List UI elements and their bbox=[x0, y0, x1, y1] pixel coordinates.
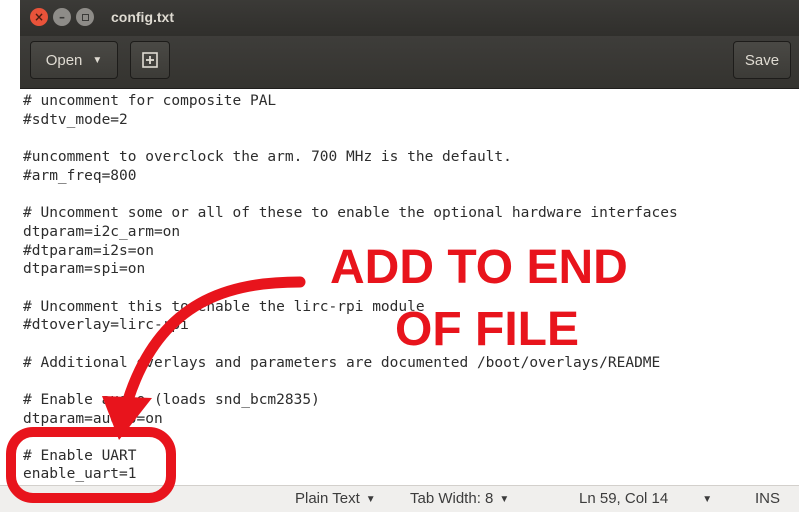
header-bar: Open ▼ Save bbox=[20, 36, 799, 89]
new-document-icon bbox=[142, 52, 158, 68]
code-line: dtparam=spi=on bbox=[23, 261, 146, 277]
minimize-icon: – bbox=[59, 10, 65, 24]
code-line: # Uncomment this to enable the lirc-rpi … bbox=[23, 299, 425, 315]
chevron-down-icon: ▼ bbox=[365, 494, 376, 505]
language-label: Plain Text bbox=[295, 490, 360, 507]
minimize-window-button[interactable]: – bbox=[53, 8, 71, 26]
code-line: # uncomment for composite PAL bbox=[23, 93, 277, 109]
text-cursor bbox=[171, 463, 172, 481]
open-button-label: Open bbox=[45, 51, 83, 69]
code-line: # Uncomment some or all of these to enab… bbox=[23, 205, 678, 221]
code-line: # Enable UART bbox=[23, 448, 137, 464]
tab-width-selector[interactable]: Tab Width: 8 ▼ bbox=[410, 490, 509, 507]
open-button[interactable]: Open ▼ bbox=[30, 41, 118, 79]
code-line: # Enable audio (loads snd_bcm2835) bbox=[23, 392, 320, 408]
code-line: enable_uart=1 bbox=[23, 466, 137, 482]
chevron-down-icon: ▼ bbox=[499, 494, 510, 505]
code-line: dtparam=audio=on bbox=[23, 411, 163, 427]
cursor-position-label: Ln 59, Col 14 bbox=[579, 490, 669, 507]
annotation-text-line2: OF FILE bbox=[395, 303, 579, 356]
code-line: #dtoverlay=lirc-rpi bbox=[23, 317, 189, 333]
tab-width-label: Tab Width: 8 bbox=[410, 490, 494, 507]
window-title: config.txt bbox=[111, 9, 174, 25]
maximize-window-button[interactable] bbox=[76, 8, 94, 26]
language-selector[interactable]: Plain Text ▼ bbox=[295, 490, 376, 507]
chevron-down-icon: ▼ bbox=[92, 54, 103, 66]
title-bar: × – config.txt bbox=[20, 0, 799, 36]
chevron-down-icon: ▼ bbox=[702, 494, 713, 505]
close-icon: × bbox=[33, 10, 45, 24]
maximize-icon bbox=[81, 13, 89, 21]
save-button[interactable]: Save bbox=[733, 41, 791, 79]
code-line: #uncomment to overclock the arm. 700 MHz… bbox=[23, 149, 512, 165]
insert-mode-indicator[interactable]: INS bbox=[755, 490, 780, 507]
code-line: #arm_freq=800 bbox=[23, 168, 137, 184]
status-bar: Plain Text ▼ Tab Width: 8 ▼ Ln 59, Col 14 ▼… bbox=[0, 485, 799, 512]
code-line: dtparam=i2c_arm=on bbox=[23, 224, 181, 240]
close-window-button[interactable]: × bbox=[30, 8, 48, 26]
annotation-text-line1: ADD TO END bbox=[330, 241, 628, 294]
code-line: #sdtv_mode=2 bbox=[23, 112, 128, 128]
cursor-position-selector[interactable]: Ln 59, Col 14 ▼ bbox=[579, 490, 712, 507]
code-line: #dtparam=i2s=on bbox=[23, 243, 154, 259]
new-document-button[interactable] bbox=[130, 41, 170, 79]
